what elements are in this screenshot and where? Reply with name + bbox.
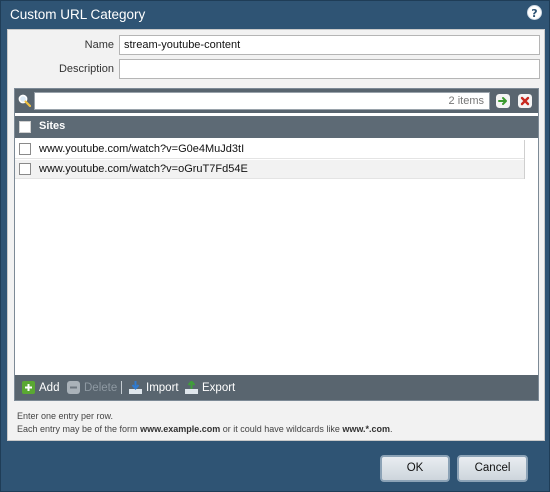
sites-column-header[interactable]: Sites <box>39 120 65 132</box>
search-icon <box>18 94 31 107</box>
dialog-body: Name Description 2 items <box>7 29 545 441</box>
select-all-checkbox[interactable] <box>19 121 31 133</box>
sites-grid: 2 items Sites www.youtube.com/watch?v=G0… <box>14 88 539 401</box>
help-icon[interactable]: ? <box>527 5 542 20</box>
hint-prefix: Each entry may be of the form <box>17 424 141 434</box>
name-row: Name <box>8 35 544 57</box>
clear-filter-icon[interactable] <box>518 94 532 108</box>
hint-wildcard: www.*.com <box>342 424 391 434</box>
name-input[interactable] <box>119 35 540 55</box>
custom-url-category-dialog: Custom URL Category ? Name Description 2… <box>0 0 550 492</box>
table-row[interactable]: www.youtube.com/watch?v=G0e4MuJd3tI <box>15 140 524 159</box>
hint-line-2: Each entry may be of the form www.exampl… <box>17 424 393 434</box>
export-label: Export <box>202 382 236 394</box>
grid-header: Sites <box>15 116 538 138</box>
delete-icon <box>67 381 80 394</box>
add-icon <box>22 381 35 394</box>
hint-line-1: Enter one entry per row. <box>17 411 114 421</box>
row-checkbox[interactable] <box>19 163 31 175</box>
site-url: www.youtube.com/watch?v=G0e4MuJd3tI <box>39 143 245 155</box>
grid-toolbar: Add Delete Import Export <box>15 375 538 400</box>
ok-button[interactable]: OK <box>380 455 450 482</box>
row-checkbox[interactable] <box>19 143 31 155</box>
hint-suffix: . <box>390 424 393 434</box>
grid-search-bar: 2 items <box>15 89 538 113</box>
cancel-button[interactable]: Cancel <box>457 455 528 482</box>
name-label: Name <box>84 39 114 51</box>
table-row[interactable]: www.youtube.com/watch?v=oGruT7Fd54E <box>15 160 524 179</box>
description-row: Description <box>8 59 544 81</box>
site-url: www.youtube.com/watch?v=oGruT7Fd54E <box>39 163 248 175</box>
import-icon <box>129 381 142 394</box>
toolbar-separator <box>121 381 122 394</box>
export-icon <box>185 381 198 394</box>
apply-filter-icon[interactable] <box>496 94 510 108</box>
delete-label: Delete <box>84 382 118 394</box>
add-label: Add <box>39 382 60 394</box>
scroll-divider <box>524 140 525 179</box>
items-count: 2 items <box>448 95 484 107</box>
dialog-title: Custom URL Category <box>10 7 146 22</box>
hint-example: www.example.com <box>140 424 221 434</box>
search-input[interactable]: 2 items <box>34 92 490 110</box>
description-input[interactable] <box>119 59 540 79</box>
hint-middle: or it could have wildcards like <box>220 424 343 434</box>
description-label: Description <box>58 63 114 75</box>
import-label: Import <box>146 382 179 394</box>
